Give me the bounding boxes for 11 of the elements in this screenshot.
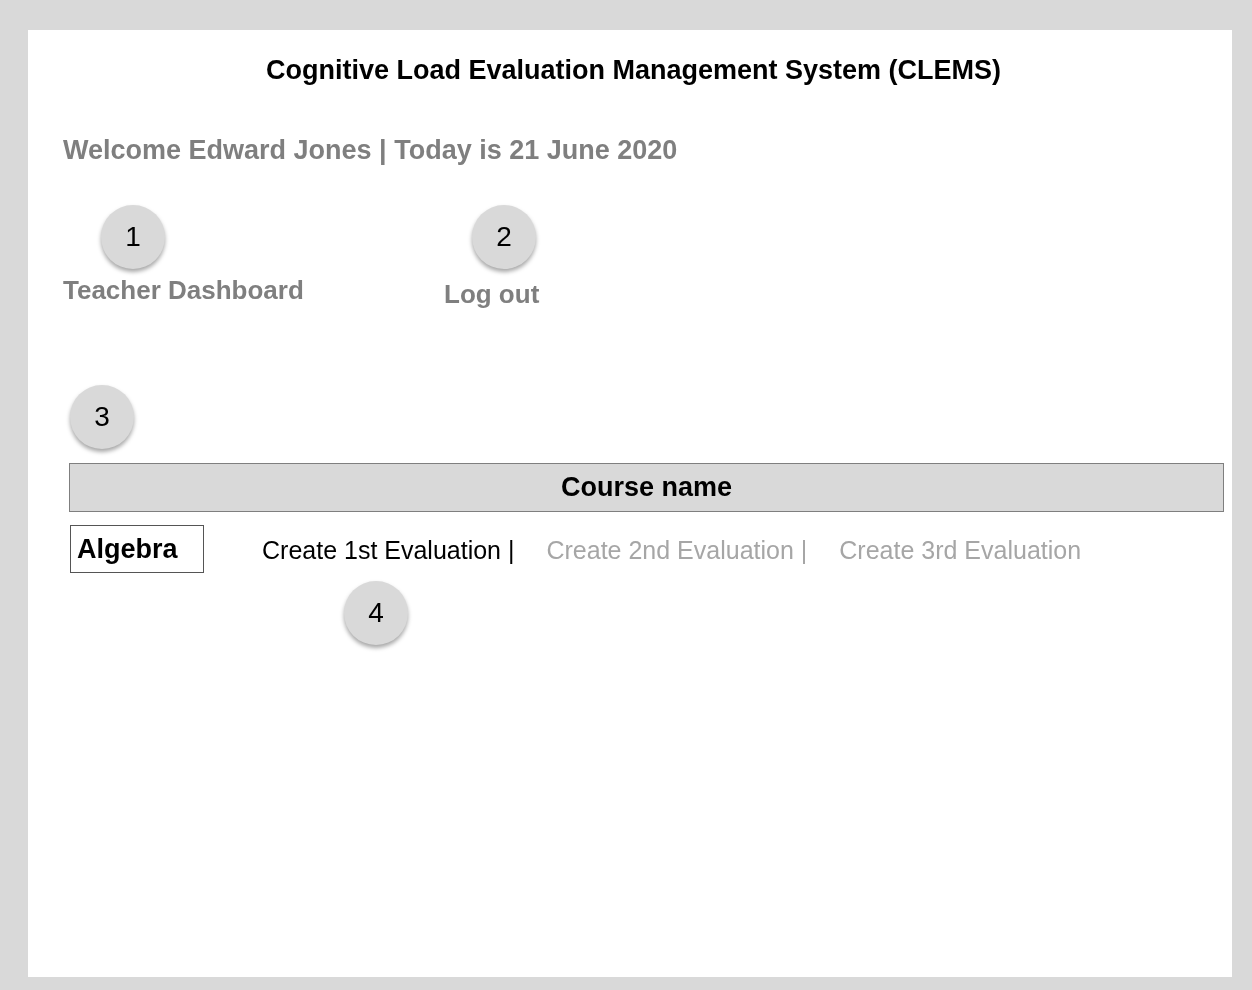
step-marker: 1: [101, 205, 165, 269]
evaluation-link[interactable]: Create 1st Evaluation |: [262, 533, 515, 567]
step-marker: 2: [472, 205, 536, 269]
step-marker: 4: [344, 581, 408, 645]
table-header: Course name: [69, 463, 1224, 512]
nav-link[interactable]: Teacher Dashboard: [63, 275, 304, 306]
welcome-text: Welcome Edward Jones | Today is 21 June 2020: [63, 134, 679, 167]
course-cell: Algebra: [70, 525, 204, 573]
page-title: Cognitive Load Evaluation Management System (CLEMS): [264, 54, 1003, 87]
step-marker: 3: [70, 385, 134, 449]
nav-link[interactable]: Log out: [444, 279, 540, 310]
